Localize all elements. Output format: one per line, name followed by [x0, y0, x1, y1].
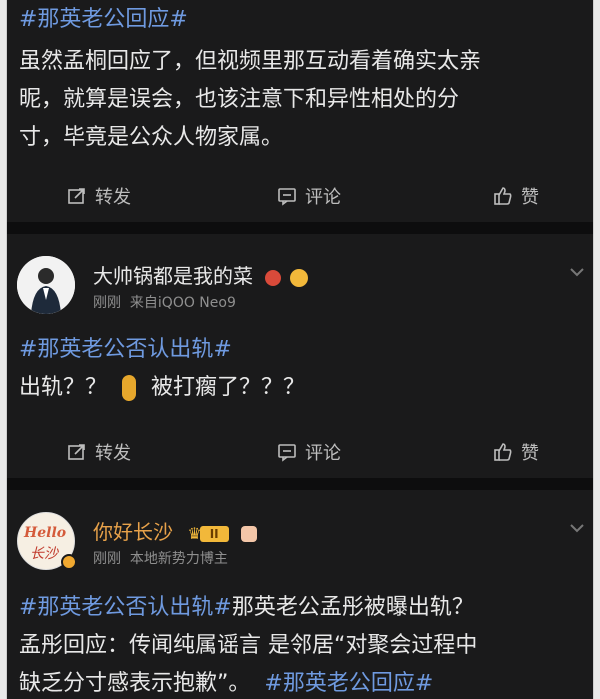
post-time: 刚刚 [93, 295, 121, 311]
hashtag-link[interactable]: #那英老公否认出轨# [19, 337, 232, 362]
avatar[interactable] [17, 256, 75, 314]
post-text-line: #那英老公否认出轨#那英老公孟彤被曝出轨？ [19, 590, 583, 626]
post-time: 刚刚 [93, 551, 121, 567]
like-button[interactable]: 赞 [493, 176, 539, 216]
chevron-down-icon[interactable] [567, 262, 587, 282]
repost-button[interactable]: 转发 [67, 432, 131, 472]
comment-button[interactable]: 评论 [277, 176, 341, 216]
post-text-line: 孟彤回应：传闻纯属谣言 是邻居“对聚会过程中 [19, 633, 478, 658]
repost-button[interactable]: 转发 [67, 176, 131, 216]
post-text-line: 虽然孟桐回应了，但视频里那互动看着确实太亲 [19, 49, 482, 74]
weibo-feed: #那英老公回应# 虽然孟桐回应了，但视频里那互动看着确实太亲 昵，就算是误会，也… [6, 0, 594, 699]
repost-icon [68, 444, 85, 460]
comment-icon [278, 188, 296, 206]
user-avatar-icon [17, 256, 75, 314]
repost-icon [68, 188, 85, 204]
post-source: 本地新势力博主 [129, 551, 228, 567]
chevron-down-icon[interactable] [567, 518, 587, 538]
divider [7, 222, 593, 234]
post-card: Hello 长沙 你好长沙 ♛ II 刚刚 本地新势力博主 #那英老公否认出轨#那… [7, 490, 593, 699]
like-button[interactable]: 赞 [493, 432, 539, 472]
comment-label: 评论 [305, 187, 341, 208]
comment-icon [278, 444, 296, 462]
post-text-line: 昵，就算是误会，也该注意下和异性相处的分 [19, 87, 460, 112]
post-hashtag[interactable]: #那英老公回应# [19, 2, 583, 38]
vip-badge-icon [289, 268, 308, 287]
post-meta: 刚刚 来自iQOO Neo9 [93, 292, 236, 312]
avatar-text: 长沙 [30, 546, 58, 562]
post-text: 出轨？？ [19, 375, 108, 400]
username[interactable]: 你好长沙 ♛ II [93, 516, 257, 545]
divider [7, 478, 593, 490]
verified-badge-icon [61, 554, 77, 570]
post-text: 那英老公孟彤被曝出轨？ [231, 595, 474, 620]
post-hashtag[interactable]: #那英老公否认出轨# [19, 332, 583, 368]
repost-label: 转发 [95, 443, 131, 464]
post-actions: 转发 评论 赞 [7, 432, 593, 472]
leg-emoji-icon [122, 375, 137, 401]
post-text-line: 出轨？？ 被打瘸了？？？ [19, 370, 583, 406]
username[interactable]: 大帅锅都是我的菜 [93, 260, 308, 289]
post-text-line: 寸，毕竟是公众人物家属。 [19, 125, 284, 150]
bird-emoji-icon [265, 269, 282, 286]
thumbs-up-icon [494, 187, 512, 205]
comment-button[interactable]: 评论 [277, 432, 341, 472]
post-source: 来自iQOO Neo9 [129, 295, 236, 311]
post-text: 被打瘸了？？？ [151, 375, 306, 400]
post-card: #那英老公回应# 虽然孟桐回应了，但视频里那互动看着确实太亲 昵，就算是误会，也… [7, 0, 593, 222]
hashtag-link[interactable]: #那英老公否认出轨# [19, 595, 232, 620]
post-header: Hello 长沙 你好长沙 ♛ II 刚刚 本地新势力博主 [7, 512, 593, 582]
post-text: 缺乏分寸感表示抱歉”。 [19, 671, 251, 696]
like-label: 赞 [521, 187, 539, 208]
level-badge: II [199, 525, 229, 542]
avatar-text: Hello [24, 525, 67, 541]
hashtag-link[interactable]: #那英老公回应# [19, 7, 188, 32]
hashtag-link[interactable]: #那英老公回应# [264, 671, 433, 696]
comment-label: 评论 [305, 443, 341, 464]
like-label: 赞 [521, 443, 539, 464]
post-actions: 转发 评论 赞 [7, 176, 593, 216]
post-text-line: 缺乏分寸感表示抱歉”。 #那英老公回应# [19, 666, 583, 699]
thumbs-up-icon [494, 443, 512, 461]
repost-label: 转发 [95, 187, 131, 208]
post-card: 大帅锅都是我的菜 刚刚 来自iQOO Neo9 #那英老公否认出轨# 出轨？？ … [7, 234, 593, 478]
post-header: 大帅锅都是我的菜 刚刚 来自iQOO Neo9 [7, 256, 593, 326]
hand-emoji-icon [241, 525, 257, 542]
post-meta: 刚刚 本地新势力博主 [93, 548, 228, 568]
